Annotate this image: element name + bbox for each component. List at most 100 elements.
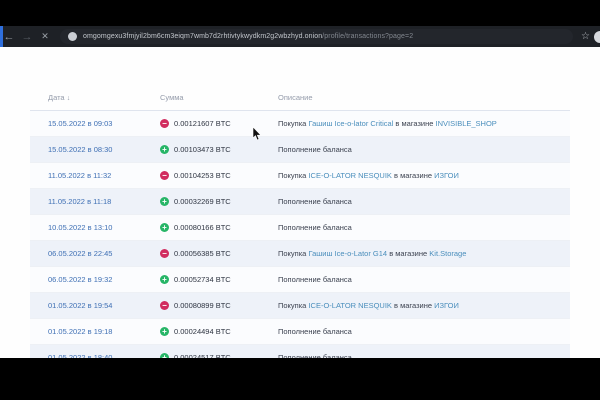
site-info-icon[interactable] (68, 32, 77, 41)
minus-icon: − (160, 119, 169, 128)
product-link[interactable]: Гашиш Ice-o-lator Critical (308, 119, 393, 128)
transaction-row: 01.05.2022 в 19:18+0.00024494 BTCПополне… (30, 319, 570, 345)
product-link[interactable]: ICE-O-LATOR NESQUIK (308, 301, 392, 310)
transaction-description: Покупка Гашиш Ice-o-lator Critical в маг… (278, 111, 570, 137)
store-infix: в магазине (392, 301, 434, 310)
transactions-table: Дата ↓ Сумма Описание 15.05.2022 в 09:03… (30, 87, 570, 371)
amount-value: 0.00121607 BTC (174, 119, 231, 128)
amount-value: 0.00080166 BTC (174, 223, 231, 232)
stop-button[interactable]: ✕ (36, 31, 54, 42)
transaction-row: 01.05.2022 в 19:54−0.00080899 BTCПокупка… (30, 293, 570, 319)
date-link[interactable]: 06.05.2022 в 22:45 (48, 249, 112, 258)
minus-icon: − (160, 301, 169, 310)
date-link[interactable]: 11.05.2022 в 11:18 (48, 197, 111, 206)
date-link[interactable]: 06.05.2022 в 19:32 (48, 275, 112, 284)
plus-icon: + (160, 145, 169, 154)
date-link[interactable]: 01.05.2022 в 19:54 (48, 301, 112, 310)
window-edge (0, 26, 3, 47)
amount-value: 0.00024494 BTC (174, 327, 231, 336)
transaction-description: Покупка Гашиш Ice-o-Lator G14 в магазине… (278, 241, 570, 267)
minus-icon: − (160, 249, 169, 258)
topup-text: Пополнение баланса (278, 327, 352, 336)
amount-value: 0.00104253 BTC (174, 171, 231, 180)
date-link[interactable]: 01.05.2022 в 19:18 (48, 327, 112, 336)
plus-icon: + (160, 197, 169, 206)
transaction-date: 06.05.2022 в 19:32 (30, 267, 160, 293)
letterbox-bottom (0, 358, 600, 400)
purchase-prefix: Покупка (278, 301, 308, 310)
store-infix: в магазине (393, 119, 435, 128)
transaction-row: 15.05.2022 в 09:03 −0.00121607 BTC Покупка… (30, 111, 570, 137)
purchase-prefix: Покупка (278, 119, 308, 128)
sort-desc-icon: ↓ (67, 95, 71, 102)
minus-icon: − (160, 171, 169, 180)
transaction-description: Пополнение баланса (278, 267, 570, 293)
transaction-description: Пополнение баланса (278, 189, 570, 215)
header-amount[interactable]: Сумма (160, 87, 278, 111)
transaction-date: 11.05.2022 в 11:32 (30, 163, 160, 189)
product-link[interactable]: ICE-O-LATOR NESQUIK (308, 171, 392, 180)
url-path: /profile/transactions?page=2 (322, 33, 413, 40)
table-header-row: Дата ↓ Сумма Описание (30, 87, 570, 111)
url-text[interactable]: omgomgexu3fmjyil2bm6cm3eiqm7wmb7d2rhtivt… (83, 33, 413, 40)
store-infix: в магазине (387, 249, 429, 258)
letterbox-top (0, 0, 600, 26)
store-link[interactable]: Kit.Storage (429, 249, 466, 258)
amount-value: 0.00056385 BTC (174, 249, 231, 258)
forward-button[interactable]: → (18, 31, 36, 43)
transaction-description: Пополнение баланса (278, 319, 570, 345)
transaction-date: 10.05.2022 в 13:10 (30, 215, 160, 241)
transaction-date: 06.05.2022 в 22:45 (30, 241, 160, 267)
amount-value: 0.00052734 BTC (174, 275, 231, 284)
purchase-prefix: Покупка (278, 171, 308, 180)
amount-value: 0.00080899 BTC (174, 301, 231, 310)
store-link[interactable]: INVISIBLE_SHOP (436, 119, 497, 128)
table-body: 15.05.2022 в 09:03−0.00121607 BTCПокупка… (30, 111, 570, 371)
transaction-date: 01.05.2022 в 19:54 (30, 293, 160, 319)
transaction-amount: −0.00104253 BTC (160, 163, 278, 189)
transaction-amount: +0.00032269 BTC (160, 189, 278, 215)
purchase-prefix: Покупка (278, 249, 308, 258)
amount-value: 0.00032269 BTC (174, 197, 231, 206)
plus-icon: + (160, 327, 169, 336)
transaction-row: 11.05.2022 в 11:32−0.00104253 BTCПокупка… (30, 163, 570, 189)
transaction-amount: +0.00024494 BTC (160, 319, 278, 345)
transaction-amount: +0.00080166 BTC (160, 215, 278, 241)
transaction-description: Покупка ICE-O-LATOR NESQUIK в магазине И… (278, 293, 570, 319)
transaction-description: Пополнение баланса (278, 137, 570, 163)
header-description[interactable]: Описание (278, 87, 570, 111)
transaction-row: 15.05.2022 в 08:30 +0.00103473 BTC Пополне… (30, 137, 570, 163)
transaction-amount: −0.00080899 BTC (160, 293, 278, 319)
topup-text: Пополнение баланса (278, 223, 352, 232)
transaction-row: 10.05.2022 в 13:10+0.00080166 BTCПополне… (30, 215, 570, 241)
store-link[interactable]: ИЗГОИ (434, 301, 459, 310)
plus-icon: + (160, 275, 169, 284)
date-link[interactable]: 10.05.2022 в 13:10 (48, 223, 112, 232)
transactions-table-wrap: Дата ↓ Сумма Описание 15.05.2022 в 09:03… (30, 87, 570, 371)
topup-text: Пополнение баланса (278, 145, 352, 154)
header-date[interactable]: Дата ↓ (30, 87, 160, 111)
transaction-date: 15.05.2022 в 08:30 (30, 137, 160, 163)
date-link[interactable]: 15.05.2022 в 09:03 (48, 119, 112, 128)
topup-text: Пополнение баланса (278, 197, 352, 206)
store-link[interactable]: ИЗГОИ (434, 171, 459, 180)
transaction-date: 01.05.2022 в 19:18 (30, 319, 160, 345)
plus-icon: + (160, 223, 169, 232)
amount-value: 0.00103473 BTC (174, 145, 231, 154)
date-link[interactable]: 15.05.2022 в 08:30 (48, 145, 112, 154)
transaction-row: 06.05.2022 в 19:32+0.00052734 BTCПополне… (30, 267, 570, 293)
topup-text: Пополнение баланса (278, 275, 352, 284)
address-bar[interactable]: omgomgexu3fmjyil2bm6cm3eiqm7wmb7d2rhtivt… (60, 29, 573, 44)
profile-avatar[interactable] (594, 31, 600, 43)
browser-toolbar: ← → ✕ omgomgexu3fmjyil2bm6cm3eiqm7wmb7d2… (0, 26, 600, 47)
transaction-row: 06.05.2022 в 22:45−0.00056385 BTCПокупка… (30, 241, 570, 267)
transaction-amount: +0.00052734 BTC (160, 267, 278, 293)
transaction-date: 15.05.2022 в 09:03 (30, 111, 160, 137)
transaction-description: Покупка ICE-O-LATOR NESQUIK в магазине И… (278, 163, 570, 189)
transaction-date: 11.05.2022 в 11:18 (30, 189, 160, 215)
transaction-row: 11.05.2022 в 11:18+0.00032269 BTCПополне… (30, 189, 570, 215)
product-link[interactable]: Гашиш Ice-o-Lator G14 (308, 249, 387, 258)
date-link[interactable]: 11.05.2022 в 11:32 (48, 171, 111, 180)
transaction-amount: −0.00056385 BTC (160, 241, 278, 267)
bookmark-icon[interactable]: ☆ (581, 31, 590, 42)
